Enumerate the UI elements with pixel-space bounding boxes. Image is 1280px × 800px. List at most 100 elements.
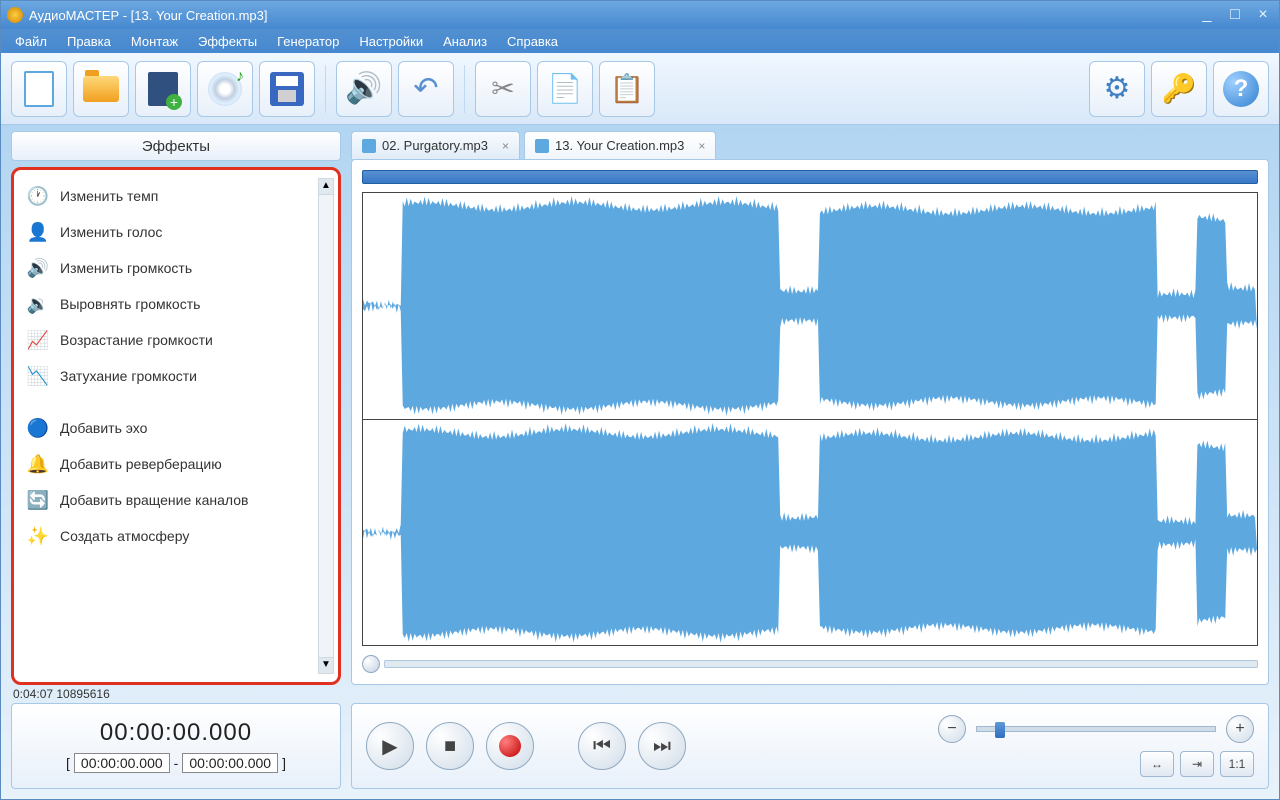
scroll-track[interactable]	[384, 660, 1258, 668]
settings-button[interactable]: ⚙	[1089, 61, 1145, 117]
copy-button[interactable]: 📄	[537, 61, 593, 117]
file-tab[interactable]: 02. Purgatory.mp3×	[351, 131, 520, 159]
effect-item[interactable]: 🕐Изменить темп	[22, 178, 334, 214]
window-title: АудиоМАСТЕР - [13. Your Creation.mp3]	[29, 8, 268, 23]
help-icon: ?	[1223, 71, 1259, 107]
maximize-button[interactable]: □	[1225, 6, 1245, 24]
effect-item[interactable]: 🔔Добавить реверберацию	[22, 446, 334, 482]
effect-label: Изменить громкость	[60, 260, 192, 276]
tab-label: 13. Your Creation.mp3	[555, 138, 684, 153]
copy-icon: 📄	[548, 72, 583, 105]
effect-label: Добавить реверберацию	[60, 456, 222, 472]
volume-button[interactable]: 🔊	[336, 61, 392, 117]
save-icon	[270, 72, 304, 106]
import-cd-button[interactable]	[197, 61, 253, 117]
import-video-button[interactable]	[135, 61, 191, 117]
effect-item[interactable]: 📈 Возрастание громкости	[22, 322, 334, 358]
effect-icon: ✨	[26, 524, 50, 548]
undo-icon: ↶	[413, 71, 438, 106]
folder-open-icon	[83, 76, 119, 102]
waveform-channel-right	[363, 420, 1257, 646]
play-button[interactable]: ▶	[366, 722, 414, 770]
record-button[interactable]	[486, 722, 534, 770]
effect-item[interactable]: 👤Изменить голос	[22, 214, 334, 250]
tab-close-icon[interactable]: ×	[502, 139, 509, 153]
minimize-button[interactable]: _	[1197, 6, 1217, 24]
menu-item-4[interactable]: Генератор	[269, 32, 347, 51]
save-button[interactable]	[259, 61, 315, 117]
waveform-display[interactable]	[362, 192, 1258, 646]
undo-button[interactable]: ↶	[398, 61, 454, 117]
video-import-icon	[148, 72, 178, 106]
separator	[464, 65, 465, 113]
effect-item[interactable]: 🔊 Изменить громкость	[22, 250, 334, 286]
effects-panel-title: Эффекты	[11, 131, 341, 161]
effects-panel: 🕐Изменить темп👤Изменить голос 🔊 Изменить г…	[11, 167, 341, 685]
file-tab[interactable]: 13. Your Creation.mp3 ×	[524, 131, 716, 159]
toolbar: 🔊 ↶ ✂ 📄 📋 ⚙ 🔑 ?	[1, 53, 1279, 125]
close-button[interactable]: ×	[1253, 6, 1273, 24]
cd-icon	[208, 72, 242, 106]
effect-icon: 🕐	[26, 184, 50, 208]
current-time: 00:00:00.000	[100, 719, 252, 747]
menu-item-2[interactable]: Монтаж	[123, 32, 186, 51]
zoom-preset-button[interactable]: 1:1	[1220, 751, 1254, 777]
gear-icon: ⚙	[1104, 71, 1131, 106]
help-button[interactable]: ?	[1213, 61, 1269, 117]
scroll-down-icon[interactable]: ▼	[319, 657, 333, 673]
effect-item[interactable]: 📉Затухание громкости	[22, 358, 334, 394]
prev-button[interactable]: ⏮	[578, 722, 626, 770]
keys-icon: 🔑	[1162, 72, 1197, 105]
scroll-thumb[interactable]	[362, 655, 380, 673]
stop-button[interactable]: ■	[426, 722, 474, 770]
zoom-handle[interactable]	[995, 722, 1005, 738]
speaker-icon: 🔊	[345, 71, 382, 106]
effect-icon: 🔄	[26, 488, 50, 512]
effect-label: Изменить голос	[60, 224, 162, 240]
menu-item-1[interactable]: Правка	[59, 32, 119, 51]
next-button[interactable]: ⏭	[638, 722, 686, 770]
menu-item-0[interactable]: Файл	[7, 32, 55, 51]
effect-label: Возрастание громкости	[60, 332, 213, 348]
effect-label: Добавить вращение каналов	[60, 492, 248, 508]
horizontal-scroll[interactable]	[362, 654, 1258, 674]
effect-icon: 🔊	[26, 256, 50, 280]
tab-close-icon[interactable]: ×	[698, 139, 705, 153]
record-icon	[499, 735, 521, 757]
waveform-channel-left	[363, 193, 1257, 420]
zoom-track[interactable]	[976, 726, 1216, 732]
zoom-preset-button[interactable]: ⇥	[1180, 751, 1214, 777]
menu-item-3[interactable]: Эффекты	[190, 32, 265, 51]
effect-icon: 📈	[26, 328, 50, 352]
zoom-slider: − +	[938, 715, 1254, 743]
zoom-in-button[interactable]: +	[1226, 715, 1254, 743]
menu-item-7[interactable]: Справка	[499, 32, 566, 51]
scissors-icon: ✂	[491, 72, 514, 105]
new-file-icon	[24, 71, 54, 107]
menu-item-5[interactable]: Настройки	[351, 32, 431, 51]
paste-button[interactable]: 📋	[599, 61, 655, 117]
effect-item[interactable]: 🔄 Добавить вращение каналов	[22, 482, 334, 518]
skip-forward-icon: ⏭	[653, 735, 671, 758]
effect-item[interactable]: ✨Создать атмосферу	[22, 518, 334, 554]
new-file-button[interactable]	[11, 61, 67, 117]
effect-item[interactable]: 🔵Добавить эхо	[22, 410, 334, 446]
zoom-out-button[interactable]: −	[938, 715, 966, 743]
open-file-button[interactable]	[73, 61, 129, 117]
menu-item-6[interactable]: Анализ	[435, 32, 495, 51]
range-end-input[interactable]: 00:00:00.000	[182, 753, 278, 773]
skip-back-icon: ⏮	[593, 735, 611, 758]
transport-panel: ▶ ■ ⏮ ⏭ − + ↔⇥1:1	[351, 703, 1269, 789]
overview-bar[interactable]	[362, 170, 1258, 184]
scroll-up-icon[interactable]: ▲	[319, 179, 333, 195]
waveform-area	[351, 159, 1269, 685]
zoom-preset-button[interactable]: ↔	[1140, 751, 1174, 777]
effects-scrollbar[interactable]: ▲ ▼	[318, 178, 334, 674]
play-icon: ▶	[382, 734, 397, 759]
register-button[interactable]: 🔑	[1151, 61, 1207, 117]
cut-button[interactable]: ✂	[475, 61, 531, 117]
effect-icon: 🔵	[26, 416, 50, 440]
range-start-input[interactable]: 00:00:00.000	[74, 753, 170, 773]
plus-icon: +	[1235, 720, 1244, 738]
effect-item[interactable]: 🔉Выровнять громкость	[22, 286, 334, 322]
